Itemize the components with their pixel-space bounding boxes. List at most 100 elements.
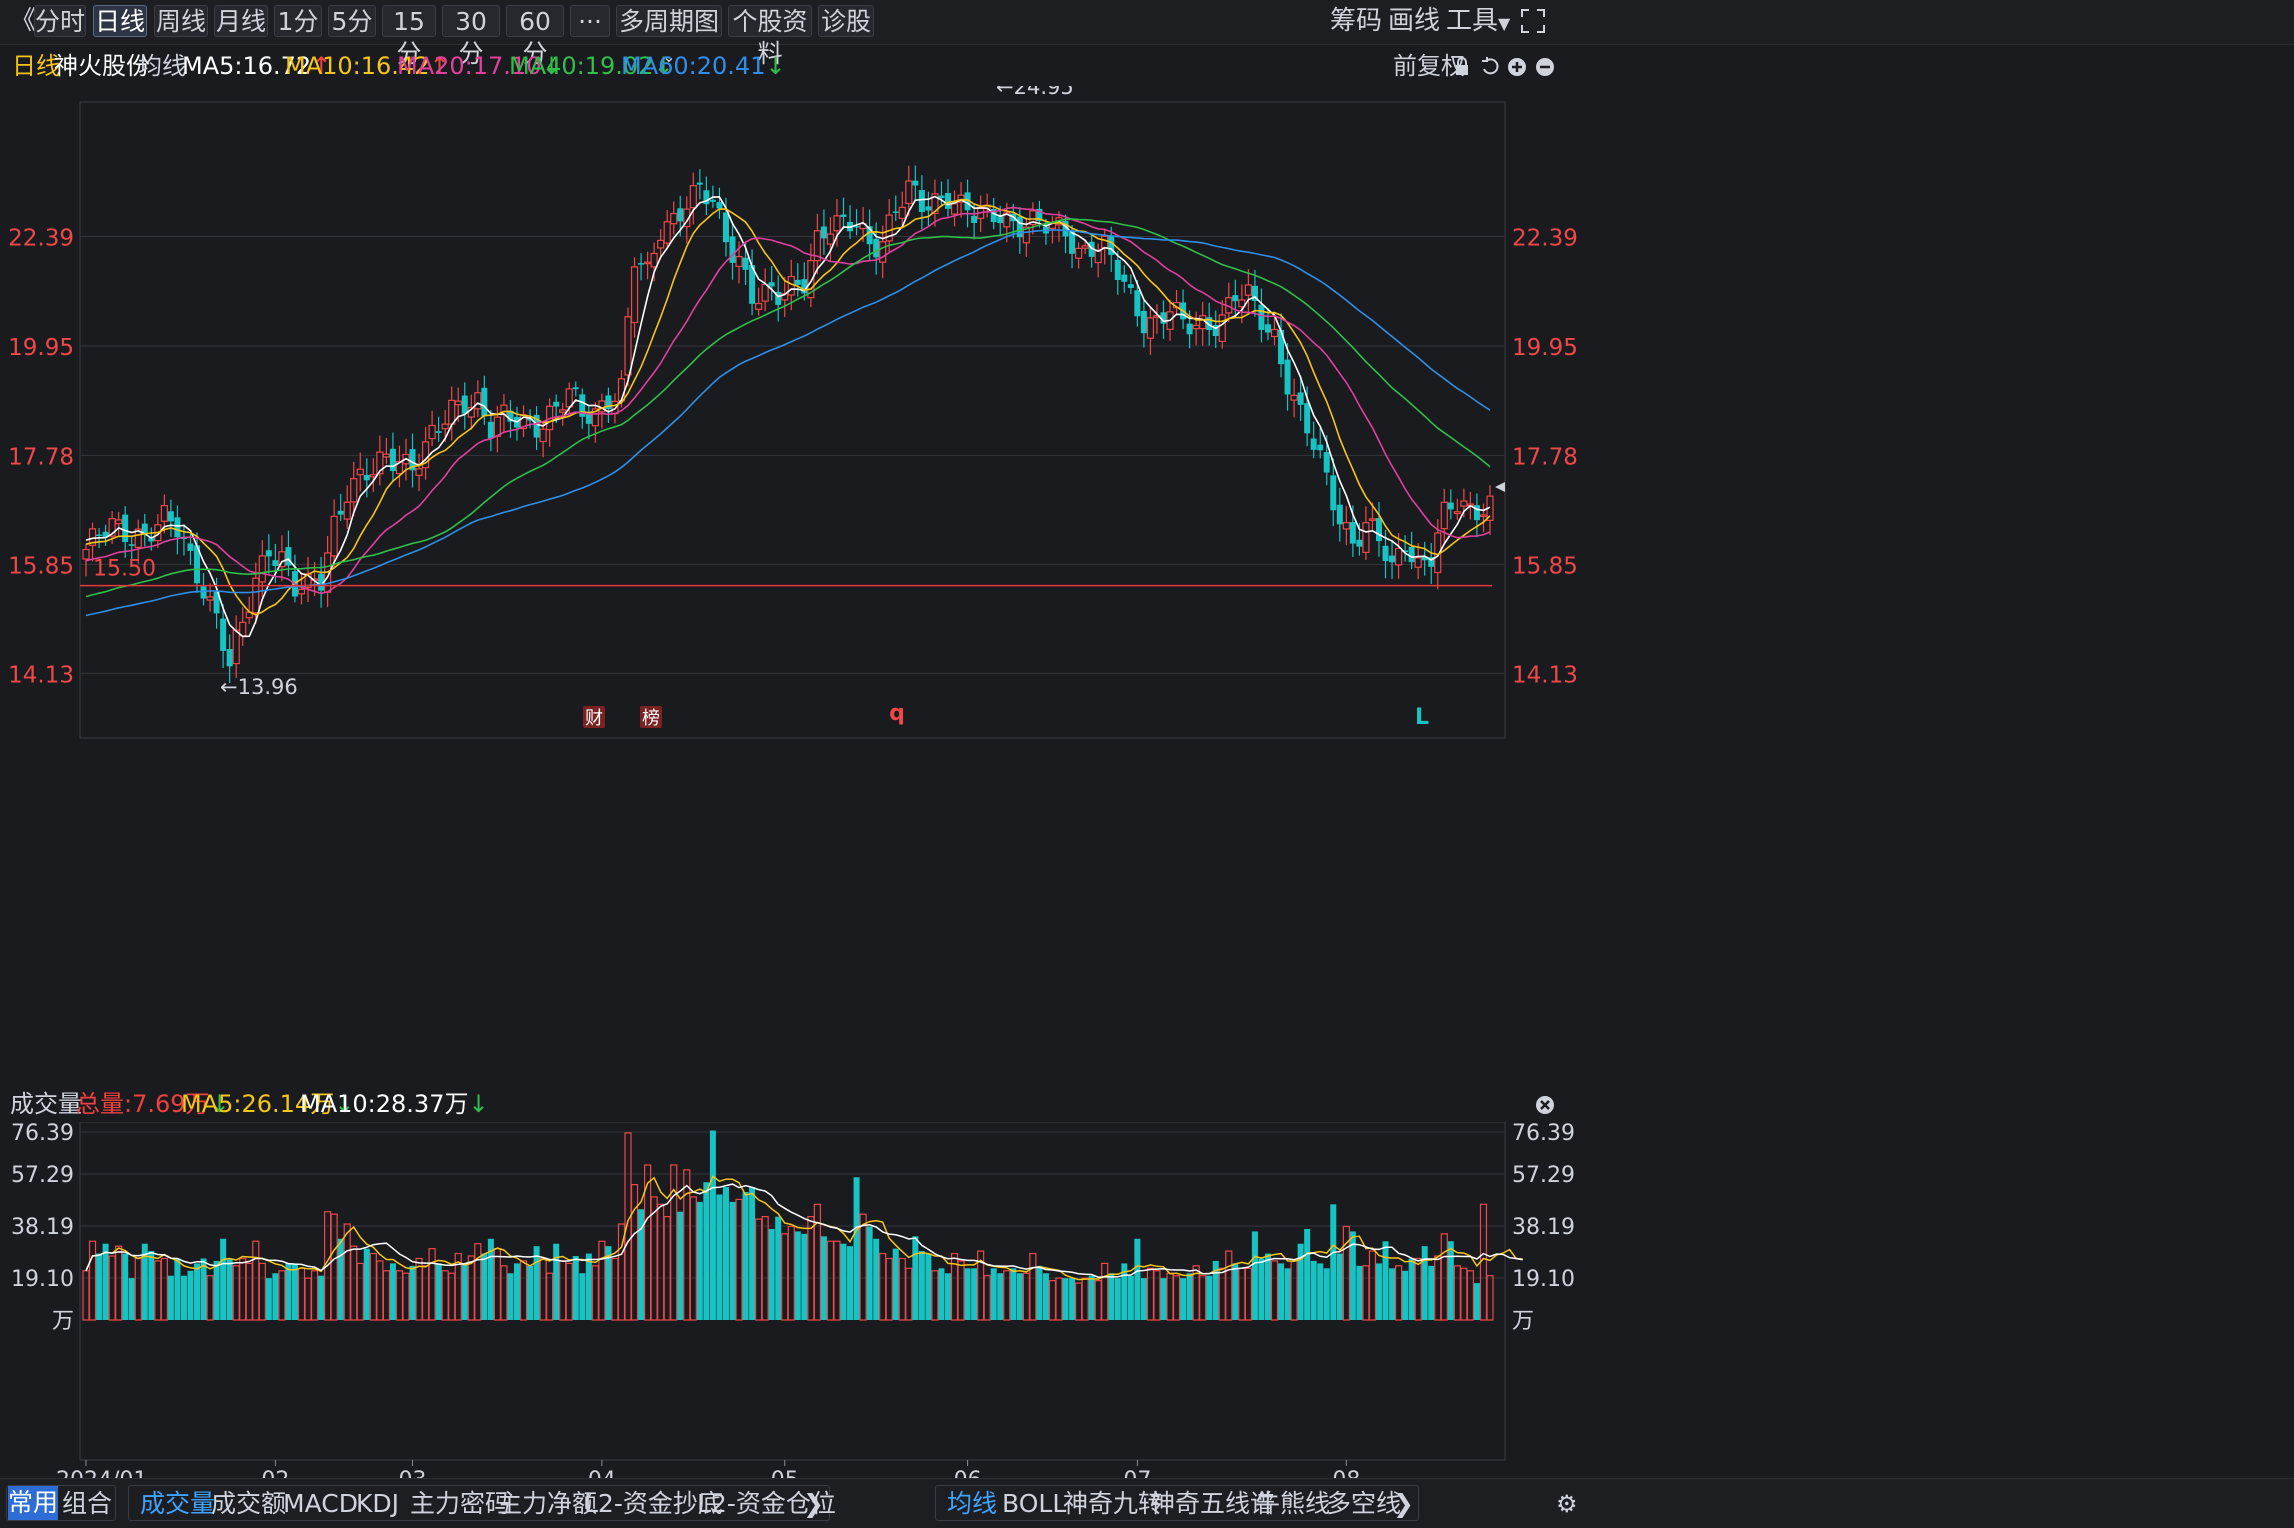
earnings-marker-label: 财 — [585, 708, 603, 729]
volume-bar — [1362, 1265, 1370, 1321]
bottom-bar: 常用 组合 成交量 成交额 MACD KDJ 主力密码 主力净额 L2-资金抄底… — [0, 1478, 2294, 1528]
fullscreen-icon[interactable] — [1520, 5, 1546, 37]
volume-bar — [1251, 1231, 1258, 1320]
volume-bar — [611, 1257, 619, 1321]
volume-bar — [194, 1263, 201, 1320]
volume-bar — [657, 1203, 665, 1321]
price-tick-left: 17.78 — [8, 444, 74, 470]
candle-body — [918, 190, 925, 212]
candle-body — [925, 206, 932, 211]
l-marker[interactable]: L — [1415, 705, 1429, 730]
candle-body — [1304, 403, 1311, 434]
volume-bar — [761, 1216, 769, 1321]
tools-label: 工具 — [1446, 6, 1499, 36]
candle-body — [115, 519, 123, 525]
tab-weekly[interactable]: 周线 — [154, 5, 208, 37]
q-marker[interactable]: q — [889, 701, 905, 726]
tab-1min[interactable]: 1分 — [274, 5, 322, 37]
volume-bar — [1317, 1263, 1324, 1320]
candle-body — [1270, 328, 1279, 338]
zoom-in-icon[interactable] — [1507, 46, 1527, 86]
candle-body — [716, 202, 723, 209]
volume-bar — [1460, 1267, 1468, 1321]
tab-5min[interactable]: 5分 — [328, 5, 376, 37]
tab-turnover[interactable]: 成交额 — [211, 1488, 286, 1520]
candle-body — [1094, 250, 1102, 264]
tab-main-net[interactable]: 主力净额 — [497, 1488, 597, 1520]
tab-common[interactable]: 常用 — [8, 1486, 58, 1520]
candle-body — [232, 629, 240, 665]
candle-body — [553, 401, 560, 407]
candle-body — [265, 550, 272, 557]
volume-bar — [925, 1253, 932, 1320]
volume-bar — [1108, 1273, 1115, 1320]
tab-bull-bear[interactable]: 牛熊线 — [1255, 1488, 1330, 1520]
candle-body — [141, 523, 148, 533]
lock-icon[interactable] — [1454, 46, 1470, 86]
volume-bar — [232, 1265, 240, 1321]
tab-monthly[interactable]: 月线 — [214, 5, 268, 37]
settings-gear-icon[interactable]: ⚙ — [1556, 1488, 1578, 1520]
candle-body — [1460, 500, 1468, 507]
tab-main-force-code[interactable]: 主力密码 — [410, 1488, 510, 1520]
volume-bar — [1134, 1238, 1141, 1320]
volume-bar — [859, 1213, 867, 1321]
candle-body — [1121, 274, 1128, 282]
candle-body — [220, 618, 227, 651]
candle-body — [971, 215, 978, 223]
candle-body — [761, 283, 769, 302]
stock-info-button[interactable]: 个股资料 — [728, 5, 812, 68]
tab-ma[interactable]: 均线 — [947, 1488, 997, 1520]
tab-boll[interactable]: BOLL — [1002, 1488, 1066, 1520]
chevron-right-icon[interactable]: ❯ — [1393, 1488, 1414, 1520]
ma-label[interactable]: 均线 — [138, 46, 186, 86]
volume-bar — [1199, 1275, 1207, 1321]
tab-fenshi[interactable]: 分时 — [34, 5, 86, 37]
candle-body — [128, 544, 135, 546]
multi-period-chart-button[interactable]: 多周期图 ⌄ — [616, 5, 722, 66]
price-chart[interactable]: 22.39 22.39 19.95 19.95 17.78 17.78 15.85 15.85… — [0, 86, 2294, 1086]
draw-line-button[interactable]: 画线 — [1388, 5, 1440, 37]
chevron-right-icon[interactable]: ❯ — [803, 1488, 824, 1520]
tab-macd[interactable]: MACD — [283, 1488, 358, 1520]
volume-chart[interactable]: 76.39 76.39 57.29 57.29 38.19 38.19 19.10 19.10… — [0, 1122, 2294, 1482]
close-icon[interactable] — [1535, 1086, 1555, 1122]
undo-icon[interactable] — [1480, 46, 1500, 86]
volume-bar — [206, 1275, 214, 1321]
tab-daily[interactable]: 日线 — [93, 5, 147, 37]
tab-volume[interactable]: 成交量 — [140, 1488, 215, 1520]
candle-body — [1342, 522, 1350, 530]
candle-body — [337, 510, 344, 515]
volume-bar — [794, 1231, 801, 1320]
candle-body — [1317, 444, 1324, 451]
volume-bar — [1375, 1263, 1382, 1320]
volume-bar — [122, 1253, 129, 1320]
zoom-out-icon[interactable] — [1535, 46, 1555, 86]
candle-body — [206, 596, 214, 601]
tab-combo[interactable]: 组合 — [62, 1488, 112, 1520]
tools-menu-button[interactable]: 工具▼ — [1446, 5, 1510, 37]
candle-body — [650, 252, 658, 268]
volume-bar — [990, 1268, 997, 1320]
tab-long-short[interactable]: 多空线 — [1326, 1488, 1401, 1520]
back-icon[interactable]: 《 — [10, 5, 36, 37]
volume-bar — [356, 1262, 364, 1321]
volume-bar — [252, 1240, 260, 1321]
volume-bar — [481, 1253, 488, 1320]
chip-distribution-button[interactable]: 筹码 — [1330, 5, 1382, 37]
more-periods-button[interactable]: ··· — [570, 5, 610, 37]
candle-body — [226, 649, 233, 667]
candle-body — [670, 212, 678, 225]
tab-30min[interactable]: 30分 — [442, 5, 500, 68]
tab-15min[interactable]: 15分 — [382, 5, 436, 68]
volume-bar — [1421, 1246, 1428, 1320]
volume-bar — [258, 1262, 266, 1321]
tab-kdj[interactable]: KDJ — [356, 1488, 399, 1520]
diagnose-button[interactable]: 诊股 — [818, 5, 874, 37]
tab-60min[interactable]: 60分 — [506, 5, 564, 68]
volume-bar — [318, 1275, 325, 1320]
volume-bar — [1486, 1275, 1494, 1321]
tab-magic-nine[interactable]: 神奇九转 — [1063, 1488, 1163, 1520]
volume-bar — [108, 1255, 116, 1321]
volume-bar — [997, 1273, 1004, 1320]
